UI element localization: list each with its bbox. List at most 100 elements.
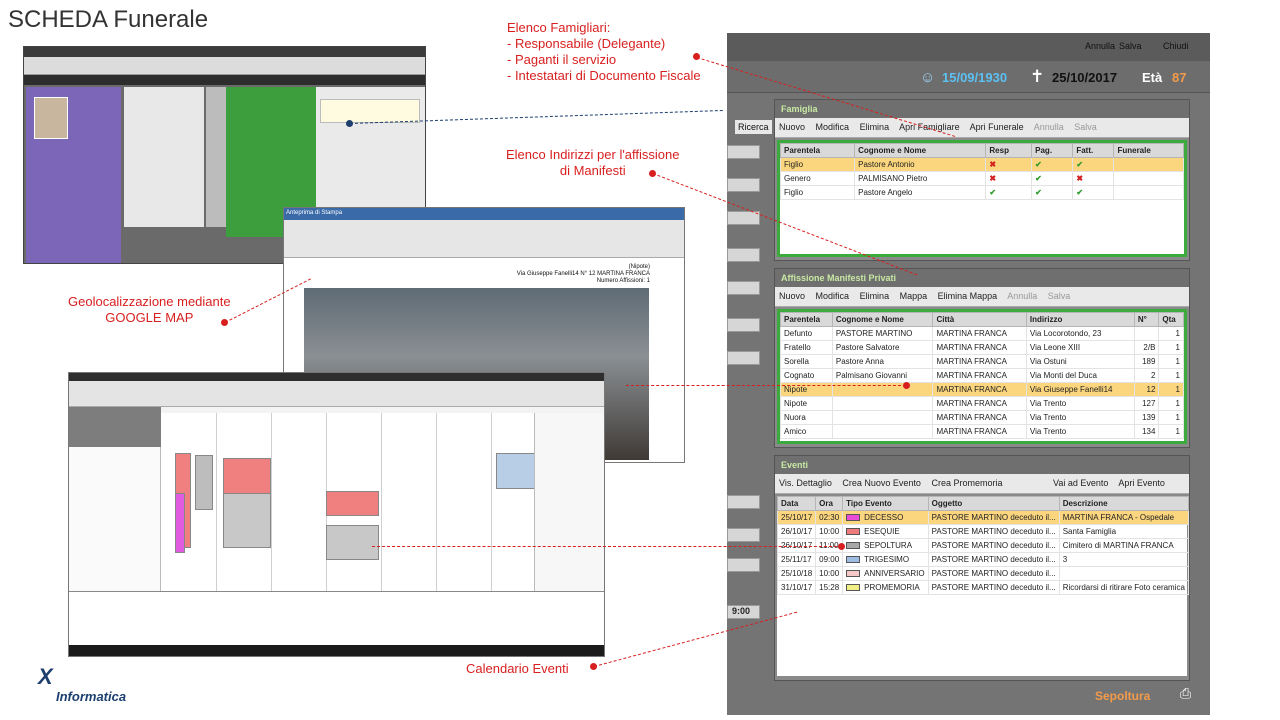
annulla-button[interactable]: Annulla <box>1007 291 1037 301</box>
column-header[interactable]: Parentela <box>780 312 833 327</box>
vis-dettaglio-button[interactable]: Vis. Dettaglio <box>779 478 832 488</box>
crea-nuovo-evento-button[interactable]: Crea Nuovo Evento <box>842 478 921 488</box>
resp-cell[interactable]: ✖ <box>985 171 1033 186</box>
descrizione-cell: Cimitero di MARTINA FRANCA <box>1058 538 1189 553</box>
elimina-button[interactable]: Elimina <box>860 291 890 301</box>
pag-cell[interactable]: ✔ <box>1031 157 1074 172</box>
calendar-event[interactable] <box>326 525 379 560</box>
fatt-cell[interactable]: ✖ <box>1072 171 1115 186</box>
nome-cell: Pastore Angelo <box>854 185 987 200</box>
table-row[interactable]: Fratello Pastore Salvatore MARTINA FRANCA V… <box>780 340 1184 355</box>
famiglia-grid: Parentela Cognome e Nome Resp Pag. Fatt.… <box>777 140 1187 257</box>
column-header[interactable]: Parentela <box>779 143 856 158</box>
column-header[interactable]: Ora <box>815 496 844 511</box>
fatt-cell[interactable]: ✔ <box>1072 157 1115 172</box>
apri-famigliare-button[interactable]: Apri Famigliare <box>899 122 960 132</box>
table-cell: Sorella <box>780 354 833 369</box>
table-row[interactable]: 25/10/18 10:00 ANNIVERSARIO PASTORE MARTINO… <box>776 566 1189 581</box>
annulla-button[interactable]: Annulla <box>1034 122 1064 132</box>
table-row[interactable]: Figlio Pastore Angelo ✔ ✔ ✔ <box>779 185 1184 200</box>
check-icon: ✔ <box>989 188 997 197</box>
column-header[interactable]: N° <box>1133 312 1160 327</box>
mappa-button[interactable]: Mappa <box>900 291 928 301</box>
fatt-cell[interactable]: ✔ <box>1072 185 1115 200</box>
table-cell <box>831 424 934 439</box>
left-field[interactable] <box>727 528 760 542</box>
column-header[interactable]: Data <box>776 496 817 511</box>
print-icon[interactable]: ⎙ <box>1180 685 1191 702</box>
calendar-event[interactable] <box>223 493 271 548</box>
column-header[interactable]: Oggetto <box>927 496 1060 511</box>
resp-cell[interactable]: ✔ <box>985 185 1033 200</box>
left-field[interactable] <box>727 558 760 572</box>
apri-funerale-button[interactable]: Apri Funerale <box>970 122 1024 132</box>
left-field[interactable] <box>727 248 760 262</box>
column-header[interactable]: Qta <box>1158 312 1184 327</box>
table-row[interactable]: 25/10/17 02:30 DECESSO PASTORE MARTINO dece… <box>776 510 1189 525</box>
table-row[interactable]: 25/11/17 09:00 TRIGESIMO PASTORE MARTINO de… <box>776 552 1189 567</box>
elimina-mappa-button[interactable]: Elimina Mappa <box>938 291 998 301</box>
connector-dot <box>903 382 910 389</box>
modifica-button[interactable]: Modifica <box>816 291 850 301</box>
left-field[interactable] <box>727 318 760 332</box>
table-row[interactable]: Nipote MARTINA FRANCA Via Trento 127 1 <box>780 396 1184 411</box>
calendar-event[interactable] <box>223 458 271 498</box>
column-header[interactable]: Fatt. <box>1072 143 1115 158</box>
calendar-event[interactable] <box>195 455 213 510</box>
column-header[interactable]: Città <box>932 312 1027 327</box>
table-row[interactable]: 31/10/17 15:28 PROMEMORIA PASTORE MARTINO d… <box>776 580 1189 595</box>
table-row[interactable]: Figlio Pastore Antonio ✖ ✔ ✔ <box>779 157 1184 172</box>
left-field[interactable] <box>727 351 760 365</box>
check-icon: ✔ <box>1076 188 1084 197</box>
apri-evento-button[interactable]: Apri Evento <box>1118 478 1165 488</box>
table-row[interactable]: Sorella Pastore Anna MARTINA FRANCA Via Ost… <box>780 354 1184 369</box>
table-cell: MARTINA FRANCA <box>932 396 1027 411</box>
ribbon <box>284 220 684 258</box>
table-cell: MARTINA FRANCA <box>932 340 1027 355</box>
column-header[interactable]: Cognome e Nome <box>831 312 934 327</box>
salva-button[interactable]: Salva <box>1074 122 1097 132</box>
nuovo-button[interactable]: Nuovo <box>779 122 805 132</box>
chiudi-button[interactable]: Chiudi <box>1163 41 1189 51</box>
table-row[interactable]: Nuora MARTINA FRANCA Via Trento 139 1 <box>780 410 1184 425</box>
mini-calendar[interactable] <box>534 413 604 591</box>
vai-ad-evento-button[interactable]: Vai ad Evento <box>1053 478 1108 488</box>
pag-cell[interactable]: ✔ <box>1031 171 1074 186</box>
table-row[interactable]: 26/10/17 10:00 ESEQUIE PASTORE MARTINO dece… <box>776 524 1189 539</box>
check-icon: ✔ <box>1035 160 1042 169</box>
pag-cell[interactable]: ✔ <box>1031 185 1074 200</box>
ora-cell: 15:28 <box>815 580 844 595</box>
table-cell: MARTINA FRANCA <box>932 368 1027 383</box>
nuovo-button[interactable]: Nuovo <box>779 291 805 301</box>
calendar-event[interactable] <box>175 493 185 553</box>
left-field[interactable] <box>727 145 760 159</box>
data-cell: 25/10/18 <box>776 566 817 581</box>
table-row[interactable]: Amico MARTINA FRANCA Via Trento 134 1 <box>780 424 1184 439</box>
salva-button[interactable]: Salva <box>1119 41 1142 51</box>
crea-promemoria-button[interactable]: Crea Promemoria <box>931 478 1002 488</box>
column-header[interactable]: Funerale <box>1113 143 1184 158</box>
table-row[interactable]: Defunto PASTORE MARTINO MARTINA FRANCA Via … <box>780 326 1184 341</box>
descrizione-cell: Ricordarsi di ritirare Foto ceramica <box>1058 580 1189 595</box>
column-header[interactable]: Tipo Evento <box>842 496 929 511</box>
salva-button[interactable]: Salva <box>1048 291 1071 301</box>
ricerca-button[interactable]: Ricerca <box>735 120 772 134</box>
modifica-button[interactable]: Modifica <box>816 122 850 132</box>
annulla-button[interactable]: Annulla <box>1085 41 1115 51</box>
column-header[interactable]: Descrizione <box>1058 496 1189 511</box>
elimina-button[interactable]: Elimina <box>860 122 890 132</box>
column-header[interactable]: Resp <box>985 143 1033 158</box>
table-row[interactable]: Cognato Palmisano Giovanni MARTINA FRANCA V… <box>780 368 1184 383</box>
left-field[interactable] <box>727 281 760 295</box>
column-header[interactable]: Indirizzo <box>1025 312 1135 327</box>
column-header[interactable]: Cognome e Nome <box>854 143 987 158</box>
table-row[interactable]: Genero PALMISANO Pietro ✖ ✔ ✖ <box>779 171 1184 186</box>
time-field[interactable]: 9:00 <box>727 605 760 619</box>
calendar-event[interactable] <box>326 491 379 516</box>
left-field[interactable] <box>727 495 760 509</box>
resp-cell[interactable]: ✖ <box>985 157 1033 172</box>
tipo-label: ANNIVERSARIO <box>864 569 925 578</box>
left-field[interactable] <box>727 178 760 192</box>
column-header[interactable]: Pag. <box>1031 143 1074 158</box>
table-cell: 134 <box>1133 424 1160 439</box>
